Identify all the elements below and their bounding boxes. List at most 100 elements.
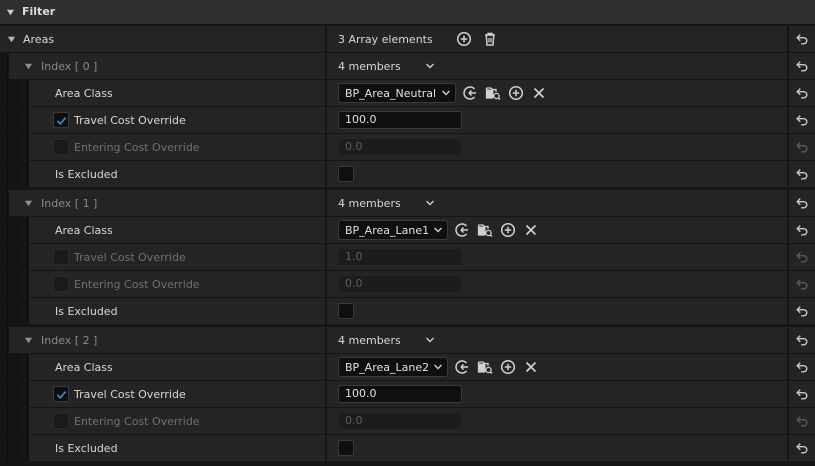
entering-cost-override-checkbox[interactable] — [53, 276, 69, 292]
details-panel: Filter Areas 3 Array elements Index [ 0 … — [0, 0, 815, 466]
add-new-asset-icon[interactable] — [499, 221, 517, 239]
reset-to-default-icon — [789, 271, 815, 297]
reset-to-default-icon[interactable] — [789, 435, 815, 461]
chevron-down-icon — [434, 364, 442, 370]
travel-cost-value-field: 1.0 — [338, 248, 462, 266]
area-class-label: Area Class — [55, 223, 113, 237]
travel-cost-override-row: Travel Cost Override 100.0 — [0, 381, 815, 407]
members-dropdown[interactable]: 4 members — [338, 60, 435, 73]
entering-cost-override-row: Entering Cost Override 0.0 — [0, 134, 815, 160]
entering-cost-override-label: Entering Cost Override — [74, 414, 200, 428]
entering-cost-override-checkbox[interactable] — [53, 139, 69, 155]
index-label: Index [ 1 ] — [41, 196, 98, 210]
travel-cost-override-label: Travel Cost Override — [74, 387, 186, 401]
is-excluded-checkbox[interactable] — [338, 440, 354, 456]
members-label: 4 members — [338, 196, 401, 210]
expand-triangle-icon[interactable] — [24, 336, 33, 345]
array-index-row: Index [ 2 ] 4 members — [0, 327, 815, 353]
collapse-triangle-icon[interactable] — [6, 8, 15, 17]
reset-to-default-icon[interactable] — [789, 327, 815, 353]
is-excluded-label: Is Excluded — [55, 441, 118, 455]
area-class-value: BP_Area_Lane1 — [345, 223, 430, 237]
is-excluded-label: Is Excluded — [55, 167, 118, 181]
reset-to-default-icon — [789, 134, 815, 160]
area-class-value: BP_Area_Lane2 — [345, 360, 430, 374]
areas-row: Areas 3 Array elements — [0, 26, 815, 52]
reset-to-default-icon[interactable] — [789, 217, 815, 243]
reset-to-default-icon[interactable] — [789, 381, 815, 407]
reset-to-default-icon — [789, 244, 815, 270]
entering-cost-override-label: Entering Cost Override — [74, 277, 200, 291]
reset-to-default-icon[interactable] — [789, 161, 815, 187]
reset-to-default-icon[interactable] — [789, 53, 815, 79]
browse-folder-icon[interactable] — [476, 221, 494, 239]
chevron-down-icon — [425, 63, 434, 69]
entering-cost-value-field: 0.0 — [338, 412, 462, 430]
reset-to-default-icon[interactable] — [789, 107, 815, 133]
entering-cost-override-checkbox[interactable] — [53, 413, 69, 429]
members-label: 4 members — [338, 333, 401, 347]
trash-icon[interactable] — [481, 30, 499, 48]
area-class-row: Area Class BP_Area_Neutral — [0, 80, 815, 106]
area-class-row: Area Class BP_Area_Lane2 — [0, 354, 815, 380]
section-title: Filter — [22, 5, 56, 18]
filter-section-header[interactable]: Filter — [0, 0, 815, 24]
chevron-down-icon — [434, 227, 442, 233]
reset-to-default-icon[interactable] — [789, 26, 815, 52]
reset-to-default-icon[interactable] — [789, 190, 815, 216]
is-excluded-row: Is Excluded — [0, 161, 815, 187]
entering-cost-value-field: 0.0 — [338, 138, 462, 156]
expand-triangle-icon[interactable] — [7, 35, 16, 44]
chevron-down-icon — [425, 337, 434, 343]
reset-to-default-icon[interactable] — [789, 354, 815, 380]
index-label: Index [ 0 ] — [41, 59, 98, 73]
entering-cost-override-row: Entering Cost Override 0.0 — [0, 271, 815, 297]
is-excluded-row: Is Excluded — [0, 298, 815, 324]
reset-to-default-icon — [789, 408, 815, 434]
clear-icon[interactable] — [522, 221, 540, 239]
add-new-asset-icon[interactable] — [507, 84, 525, 102]
members-dropdown[interactable]: 4 members — [338, 197, 435, 210]
array-index-row: Index [ 1 ] 4 members — [0, 190, 815, 216]
expand-triangle-icon[interactable] — [24, 199, 33, 208]
area-class-value: BP_Area_Neutral — [345, 86, 437, 100]
is-excluded-label: Is Excluded — [55, 304, 118, 318]
members-dropdown[interactable]: 4 members — [338, 334, 435, 347]
array-index-row: Index [ 0 ] 4 members — [0, 53, 815, 79]
travel-cost-value-field[interactable]: 100.0 — [338, 385, 462, 403]
index-label: Index [ 2 ] — [41, 333, 98, 347]
chevron-down-icon — [425, 200, 434, 206]
expand-triangle-icon[interactable] — [24, 62, 33, 71]
browse-folder-icon[interactable] — [476, 358, 494, 376]
chevron-down-icon — [442, 90, 450, 96]
area-class-combo[interactable]: BP_Area_Neutral — [338, 83, 456, 103]
areas-label: Areas — [23, 32, 55, 46]
area-class-combo[interactable]: BP_Area_Lane2 — [338, 357, 448, 377]
entering-cost-value-field: 0.0 — [338, 275, 462, 293]
use-selected-asset-icon[interactable] — [461, 84, 479, 102]
travel-cost-override-label: Travel Cost Override — [74, 113, 186, 127]
use-selected-asset-icon[interactable] — [453, 221, 471, 239]
travel-cost-override-label: Travel Cost Override — [74, 250, 186, 264]
array-count: 3 Array elements — [338, 32, 433, 46]
clear-icon[interactable] — [522, 358, 540, 376]
travel-cost-override-checkbox[interactable] — [53, 249, 69, 265]
travel-cost-value-field[interactable]: 100.0 — [338, 111, 462, 129]
add-new-asset-icon[interactable] — [499, 358, 517, 376]
travel-cost-override-checkbox[interactable] — [53, 112, 69, 128]
browse-folder-icon[interactable] — [484, 84, 502, 102]
is-excluded-checkbox[interactable] — [338, 166, 354, 182]
travel-cost-override-row: Travel Cost Override 100.0 — [0, 107, 815, 133]
entering-cost-override-row: Entering Cost Override 0.0 — [0, 408, 815, 434]
members-label: 4 members — [338, 59, 401, 73]
is-excluded-checkbox[interactable] — [338, 303, 354, 319]
use-selected-asset-icon[interactable] — [453, 358, 471, 376]
reset-to-default-icon[interactable] — [789, 298, 815, 324]
travel-cost-override-row: Travel Cost Override 1.0 — [0, 244, 815, 270]
area-class-combo[interactable]: BP_Area_Lane1 — [338, 220, 448, 240]
reset-to-default-icon[interactable] — [789, 80, 815, 106]
entering-cost-override-label: Entering Cost Override — [74, 140, 200, 154]
clear-icon[interactable] — [530, 84, 548, 102]
travel-cost-override-checkbox[interactable] — [53, 386, 69, 402]
add-element-icon[interactable] — [455, 30, 473, 48]
